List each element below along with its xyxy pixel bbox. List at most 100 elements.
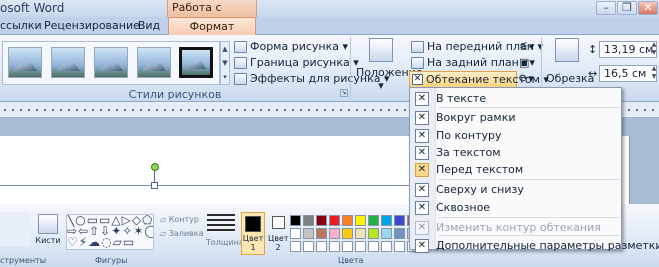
thickness-icon[interactable]: [207, 214, 235, 232]
send-back-icon: [411, 57, 424, 69]
menu-item-in-text[interactable]: ✕ В тексте: [410, 90, 621, 108]
crop-button[interactable]: Обрезка: [546, 38, 594, 85]
ruler-tick: [60, 109, 62, 111]
thickness-label: Толщина: [206, 238, 244, 247]
width-field[interactable]: 16,5 см: [599, 65, 657, 82]
send-back-button[interactable]: На задний план ▾: [411, 55, 528, 71]
outline-button[interactable]: ▱ Контур: [160, 215, 199, 224]
width-spin[interactable]: ▲ ▼: [650, 65, 658, 82]
height-spin[interactable]: ▲ ▼: [650, 41, 658, 58]
align-icon[interactable]: ⚟▾: [519, 39, 534, 55]
menu-item-square[interactable]: ✕ Вокруг рамки: [410, 109, 621, 127]
ruler-tick: [116, 109, 118, 111]
color-swatch[interactable]: [303, 228, 314, 239]
border-icon: [234, 57, 247, 69]
color-swatch[interactable]: [394, 215, 405, 226]
brushes-label: Кисти: [35, 236, 61, 245]
tools-icons[interactable]: [0, 212, 30, 246]
menu-separator: [438, 107, 620, 108]
ruler-tick: [292, 109, 294, 111]
color-swatch[interactable]: [368, 228, 379, 239]
tab-references[interactable]: ссылки: [0, 17, 42, 35]
tight-icon: ✕: [415, 129, 429, 143]
wrap-text-button[interactable]: ✕ Обтекание текстом ▾: [409, 71, 549, 88]
color1-button[interactable]: Цвет 1: [241, 212, 265, 255]
tab-format[interactable]: Формат: [168, 17, 256, 35]
ruler-tick: [84, 109, 86, 111]
picture-style-5[interactable]: [178, 46, 214, 79]
ruler-tick: [324, 109, 326, 111]
color-swatch[interactable]: [381, 215, 392, 226]
custom-color-swatch[interactable]: [316, 241, 327, 252]
brushes-button[interactable]: Кисти: [34, 214, 62, 245]
close-button[interactable]: ✕: [638, 1, 658, 15]
ruler-tick: [404, 109, 406, 111]
ruler-tick: [180, 109, 182, 111]
color-swatch[interactable]: [303, 215, 314, 226]
custom-color-swatch[interactable]: [303, 241, 314, 252]
picture-shape-button[interactable]: Форма рисунка ▾: [234, 39, 348, 55]
ruler-tick: [132, 109, 134, 111]
picture-style-1[interactable]: [8, 47, 42, 78]
picture-style-2[interactable]: [51, 47, 85, 78]
ruler-tick: [356, 109, 358, 111]
picture-style-4[interactable]: [137, 47, 171, 78]
tab-review[interactable]: Рецензирование: [44, 17, 140, 35]
ruler-tick: [364, 109, 366, 111]
menu-item-top-and-bottom[interactable]: ✕ Сверху и снизу: [410, 181, 621, 199]
custom-color-swatch[interactable]: [381, 241, 392, 252]
ruler-tick: [284, 109, 286, 111]
tab-view[interactable]: Вид: [134, 17, 164, 35]
custom-color-swatch[interactable]: [355, 241, 366, 252]
restore-button[interactable]: ❐: [617, 1, 637, 15]
ruler-tick: [124, 109, 126, 111]
fill-button[interactable]: ▱ Заливка: [160, 229, 204, 238]
position-button[interactable]: Положение ▾: [356, 38, 423, 92]
color-swatch[interactable]: [355, 228, 366, 239]
menu-item-behind-text[interactable]: ✕ За текстом: [410, 144, 621, 162]
gallery-scroll[interactable]: ▲ ▼ ▾: [220, 41, 230, 85]
ruler-tick: [52, 109, 54, 111]
picture-shape-label: Форма рисунка: [250, 40, 339, 53]
ruler-tick: [172, 109, 174, 111]
color-swatch[interactable]: [316, 215, 327, 226]
menu-item-label: Вокруг рамки: [436, 111, 516, 124]
color-swatch[interactable]: [316, 228, 327, 239]
color-swatch[interactable]: [394, 228, 405, 239]
custom-color-swatch[interactable]: [394, 241, 405, 252]
color-swatch[interactable]: [381, 228, 392, 239]
custom-color-swatch[interactable]: [342, 241, 353, 252]
menu-item-in-front-of-text[interactable]: ✕ Перед текстом: [410, 161, 621, 179]
color-swatch[interactable]: [329, 228, 340, 239]
color-swatch[interactable]: [290, 215, 301, 226]
custom-color-swatch[interactable]: [368, 241, 379, 252]
menu-item-label: Изменить контур обтекания: [436, 221, 601, 234]
height-field[interactable]: 13,19 см: [599, 41, 657, 58]
dialog-launcher-icon[interactable]: ↘: [340, 89, 348, 97]
menu-item-label: За текстом: [436, 146, 501, 159]
picture-style-3[interactable]: [94, 47, 128, 78]
color-swatch[interactable]: [342, 215, 353, 226]
rotation-handle[interactable]: [151, 163, 159, 171]
menu-item-through[interactable]: ✕ Сквозное: [410, 199, 621, 217]
menu-item-tight[interactable]: ✕ По контуру: [410, 127, 621, 145]
color-swatch[interactable]: [290, 228, 301, 239]
color-swatch[interactable]: [368, 215, 379, 226]
shapes-group-label: Фигуры: [95, 256, 128, 265]
menu-item-more-layout-options[interactable]: ✕ Дополнительные параметры разметки...: [410, 237, 659, 255]
resize-handle-top[interactable]: [151, 182, 158, 189]
custom-color-swatch[interactable]: [329, 241, 340, 252]
color-swatch[interactable]: [355, 215, 366, 226]
ruler-tick: [372, 109, 374, 111]
shapes-gallery[interactable]: ╲○▭▭△▷◇⬠⬡⇨⇦⇧⇩✦✧✶◯▢♡⚡☁◌▱▭: [66, 214, 154, 250]
color2-label: Цвет 2: [268, 234, 289, 252]
square-icon: ✕: [415, 111, 429, 125]
color-swatch[interactable]: [342, 228, 353, 239]
color-swatch[interactable]: [329, 215, 340, 226]
color2-button[interactable]: Цвет 2: [268, 212, 289, 255]
group-icon[interactable]: ▣▾: [519, 55, 535, 71]
picture-border-button[interactable]: Граница рисунка ▾: [234, 55, 359, 71]
ruler-tick: [164, 109, 166, 111]
custom-color-swatch[interactable]: [290, 241, 301, 252]
minimize-button[interactable]: –: [596, 1, 616, 15]
